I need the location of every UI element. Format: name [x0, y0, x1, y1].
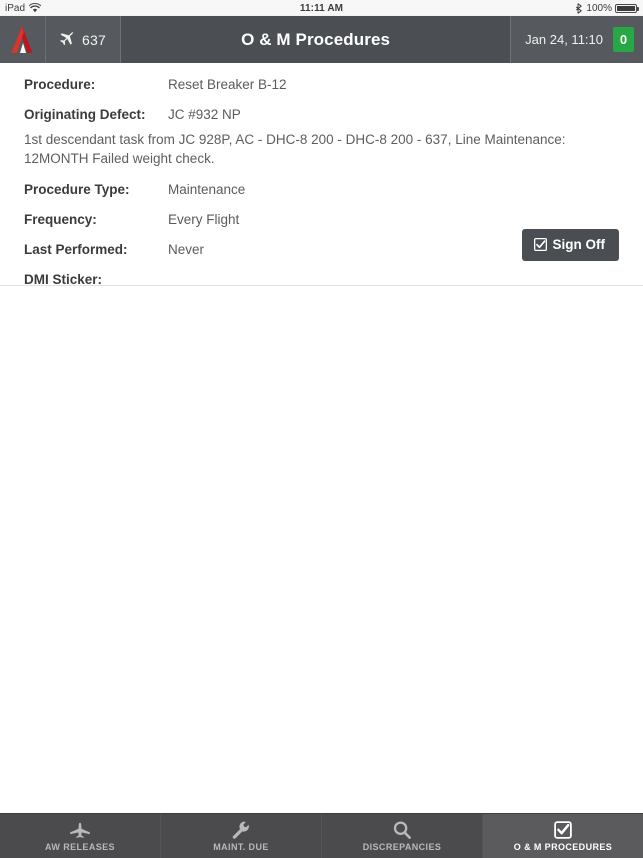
tab-label: AW RELEASES [45, 841, 115, 852]
aircraft-tail-button[interactable]: 637 [46, 16, 121, 63]
navbar-datetime: Jan 24, 11:10 [525, 32, 603, 47]
wifi-icon [28, 2, 42, 13]
detail-label: Procedure Type: [24, 182, 130, 197]
detail-label: Procedure: [24, 77, 96, 92]
app-logo-button[interactable] [0, 16, 46, 63]
bluetooth-icon [575, 2, 583, 14]
airplane-icon [69, 821, 91, 839]
status-bar-right: 100% [483, 3, 643, 14]
detail-value: JC #932 NP [168, 107, 241, 122]
tab-label: O & M PROCEDURES [513, 841, 613, 852]
tab-discrepancies[interactable]: DISCREPANCIES [322, 814, 483, 858]
check-box-icon [533, 238, 547, 251]
tab-o-and-m-procedures[interactable]: O & M PROCEDURES [483, 814, 643, 858]
detail-label: Originating Defect: [24, 107, 146, 122]
app-screen: iPad 11:11 AM 100% 637 O & M Procedures … [0, 0, 643, 858]
device-label: iPad [5, 2, 26, 14]
navbar-right-group[interactable]: Jan 24, 11:10 0 [510, 16, 643, 63]
detail-row-frequency: Frequency: Every Flight [0, 212, 643, 228]
navigation-bar: 637 O & M Procedures Jan 24, 11:10 0 [0, 16, 643, 63]
battery-percent-label: 100% [586, 2, 612, 14]
tab-aw-releases[interactable]: AW RELEASES [0, 814, 161, 858]
detail-row-procedure-type: Procedure Type: Maintenance [0, 182, 643, 198]
detail-value: Maintenance [168, 182, 246, 197]
status-bar-left: iPad [0, 3, 160, 14]
tab-label: DISCREPANCIES [362, 841, 442, 852]
page-title-text: O & M Procedures [241, 29, 391, 49]
check-box-icon [554, 820, 572, 839]
detail-row-procedure: Procedure: Reset Breaker B-12 [0, 77, 643, 93]
page-title: O & M Procedures [120, 16, 511, 63]
magnifier-icon [393, 820, 411, 839]
procedure-detail-panel: Procedure: Reset Breaker B-12 Originatin… [0, 63, 643, 288]
app-logo-icon [11, 26, 32, 53]
detail-label: Frequency: [24, 212, 97, 227]
status-bar-clock: 11:11 AM [299, 2, 344, 14]
airplane-icon [60, 31, 74, 46]
bottom-tab-bar: AW RELEASES MAINT. DUE DISCREPANCIES O &… [0, 813, 643, 858]
detail-value: Every Flight [168, 212, 240, 227]
detail-row-originating-defect: Originating Defect: JC #932 NP [0, 107, 643, 123]
content-divider [0, 285, 643, 286]
detail-label: Last Performed: [24, 242, 128, 257]
detail-row-last-performed: Last Performed: Never Sign Off [0, 229, 643, 261]
defect-description: 1st descendant task from JC 928P, AC - D… [24, 132, 566, 166]
detail-value: Reset Breaker B-12 [168, 77, 287, 92]
ios-status-bar: iPad 11:11 AM 100% [0, 0, 643, 16]
aircraft-tail-number: 637 [82, 31, 106, 48]
status-badge[interactable]: 0 [613, 27, 634, 52]
sign-off-button-label: Sign Off [552, 237, 606, 252]
detail-value: Never [168, 242, 205, 257]
tab-label: MAINT. DUE [213, 841, 269, 852]
wrench-icon [232, 821, 250, 839]
tab-maint-due[interactable]: MAINT. DUE [161, 814, 322, 858]
sign-off-button[interactable]: Sign Off [521, 229, 619, 261]
battery-full-icon [615, 3, 639, 13]
